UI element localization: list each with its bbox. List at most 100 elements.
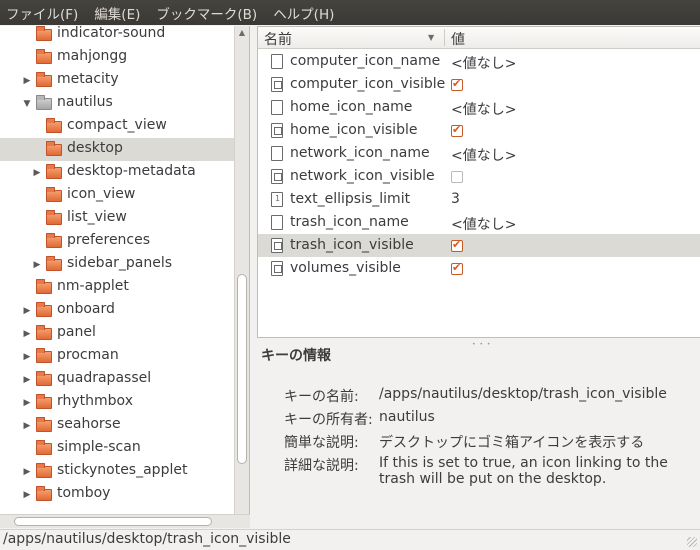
tree-item[interactable]: ▼ nautilus: [0, 92, 234, 115]
key-name: volumes_visible: [290, 260, 401, 276]
menu-help[interactable]: ヘルプ(H): [273, 3, 334, 23]
short-description-label: 簡単な説明:: [284, 435, 359, 451]
key-name-label: キーの名前:: [284, 389, 359, 405]
tree-item[interactable]: ▶ metacity: [0, 69, 234, 92]
value-checkbox[interactable]: [451, 77, 463, 91]
tree-item-label: seahorse: [57, 416, 121, 432]
tree-item[interactable]: desktop: [0, 138, 234, 161]
folder-icon: [36, 279, 52, 294]
tree-item-label: tomboy: [57, 485, 111, 501]
tree-item[interactable]: indicator-sound: [0, 26, 234, 46]
expander-closed-icon[interactable]: ▶: [22, 76, 32, 86]
tree-item[interactable]: icon_view: [0, 184, 234, 207]
sort-arrow-icon[interactable]: ▼: [428, 33, 434, 42]
tree-item-label: desktop-metadata: [67, 163, 196, 179]
boolean-key-icon: [271, 261, 283, 276]
tree-item-label: mahjongg: [57, 48, 128, 64]
column-divider[interactable]: [444, 29, 445, 46]
tree-item-label: desktop: [67, 140, 123, 156]
expander-closed-icon[interactable]: ▶: [22, 467, 32, 477]
value-checkbox[interactable]: [451, 261, 463, 275]
tree-item[interactable]: ▶ sidebar_panels: [0, 253, 234, 276]
key-value[interactable]: 3: [451, 191, 460, 207]
key-row[interactable]: text_ellipsis_limit 3: [258, 188, 700, 211]
tree-item[interactable]: ▶ onboard: [0, 299, 234, 322]
expander-closed-icon[interactable]: ▶: [32, 168, 42, 178]
key-row[interactable]: trash_icon_name <値なし>: [258, 211, 700, 234]
tree-item[interactable]: mahjongg: [0, 46, 234, 69]
expander-closed-icon[interactable]: ▶: [22, 306, 32, 316]
tree-item[interactable]: ▶ procman: [0, 345, 234, 368]
tree-item[interactable]: ▶ desktop-metadata: [0, 161, 234, 184]
key-list: 名前 ▼ 値 computer_icon_name <値なし> computer_i…: [257, 26, 700, 338]
expander-closed-icon[interactable]: ▶: [22, 329, 32, 339]
value-checkbox[interactable]: [451, 238, 463, 252]
expander-closed-icon[interactable]: ▶: [22, 490, 32, 500]
key-name: computer_icon_visible: [290, 76, 446, 92]
tree-item[interactable]: compact_view: [0, 115, 234, 138]
list-header: 名前 ▼ 値: [258, 27, 700, 49]
long-description-value: If this is set to true, an icon linking …: [379, 455, 668, 487]
integer-key-icon: [271, 192, 283, 207]
tree-item-label: nm-applet: [57, 278, 129, 294]
expander-closed-icon[interactable]: ▶: [22, 352, 32, 362]
tree-item[interactable]: list_view: [0, 207, 234, 230]
key-row[interactable]: home_icon_name <値なし>: [258, 96, 700, 119]
key-row[interactable]: volumes_visible: [258, 257, 700, 280]
key-value[interactable]: <値なし>: [451, 99, 516, 119]
tree-item[interactable]: ▶ stickynotes_applet: [0, 460, 234, 483]
menu-bookmarks[interactable]: ブックマーク(B): [156, 3, 257, 23]
boolean-key-icon: [271, 169, 283, 184]
folder-icon: [46, 164, 62, 179]
menu-file[interactable]: ファイル(F): [6, 3, 78, 23]
key-name: trash_icon_visible: [290, 237, 414, 253]
folder-icon: [36, 394, 52, 409]
tree-item[interactable]: ▶ quadrapassel: [0, 368, 234, 391]
tree-scroll-thumb[interactable]: [237, 274, 247, 464]
tree-item-label: icon_view: [67, 186, 136, 202]
expander-closed-icon[interactable]: ▶: [22, 398, 32, 408]
expander-open-icon[interactable]: ▼: [22, 99, 32, 109]
key-row[interactable]: computer_icon_name <値なし>: [258, 50, 700, 73]
folder-icon: [36, 463, 52, 478]
string-key-icon: [271, 146, 283, 161]
tree-item-label: stickynotes_applet: [57, 462, 188, 478]
key-row[interactable]: computer_icon_visible: [258, 73, 700, 96]
statusbar-path: /apps/nautilus/desktop/trash_icon_visibl…: [3, 531, 291, 547]
tree-item[interactable]: ▶ seahorse: [0, 414, 234, 437]
key-value[interactable]: <値なし>: [451, 53, 516, 73]
tree-item[interactable]: ▶ tomboy: [0, 483, 234, 506]
folder-icon: [36, 440, 52, 455]
string-key-icon: [271, 215, 283, 230]
value-checkbox[interactable]: [451, 171, 463, 183]
expander-closed-icon[interactable]: ▶: [22, 421, 32, 431]
column-header-name[interactable]: 名前: [264, 29, 292, 49]
key-value[interactable]: <値なし>: [451, 145, 516, 165]
resize-grip-icon[interactable]: [687, 537, 697, 547]
key-row[interactable]: home_icon_visible: [258, 119, 700, 142]
key-value[interactable]: <値なし>: [451, 214, 516, 234]
tree-horizontal-scrollbar[interactable]: [0, 514, 250, 528]
menu-edit[interactable]: 編集(E): [94, 3, 140, 23]
key-info-title: キーの情報: [261, 348, 331, 364]
value-checkbox[interactable]: [451, 123, 463, 137]
tree-hscroll-thumb[interactable]: [14, 517, 212, 526]
expander-closed-icon[interactable]: ▶: [22, 375, 32, 385]
tree-item[interactable]: preferences: [0, 230, 234, 253]
column-header-value[interactable]: 値: [451, 29, 465, 49]
key-row[interactable]: network_icon_visible: [258, 165, 700, 188]
folder-icon: [36, 49, 52, 64]
tree-item[interactable]: ▶ rhythmbox: [0, 391, 234, 414]
tree-item[interactable]: ▶ panel: [0, 322, 234, 345]
scroll-up-icon[interactable]: ▲: [235, 26, 249, 40]
tree-item-label: sidebar_panels: [67, 255, 173, 271]
key-row[interactable]: trash_icon_visible: [258, 234, 700, 257]
tree-item[interactable]: nm-applet: [0, 276, 234, 299]
tree-vertical-scrollbar[interactable]: ▲: [234, 26, 249, 514]
folder-icon: [46, 233, 62, 248]
expander-closed-icon[interactable]: ▶: [32, 260, 42, 270]
key-row[interactable]: network_icon_name <値なし>: [258, 142, 700, 165]
pane-splitter-handle[interactable]: • • •: [472, 341, 491, 348]
tree-item-label: quadrapassel: [57, 370, 152, 386]
tree-item[interactable]: simple-scan: [0, 437, 234, 460]
